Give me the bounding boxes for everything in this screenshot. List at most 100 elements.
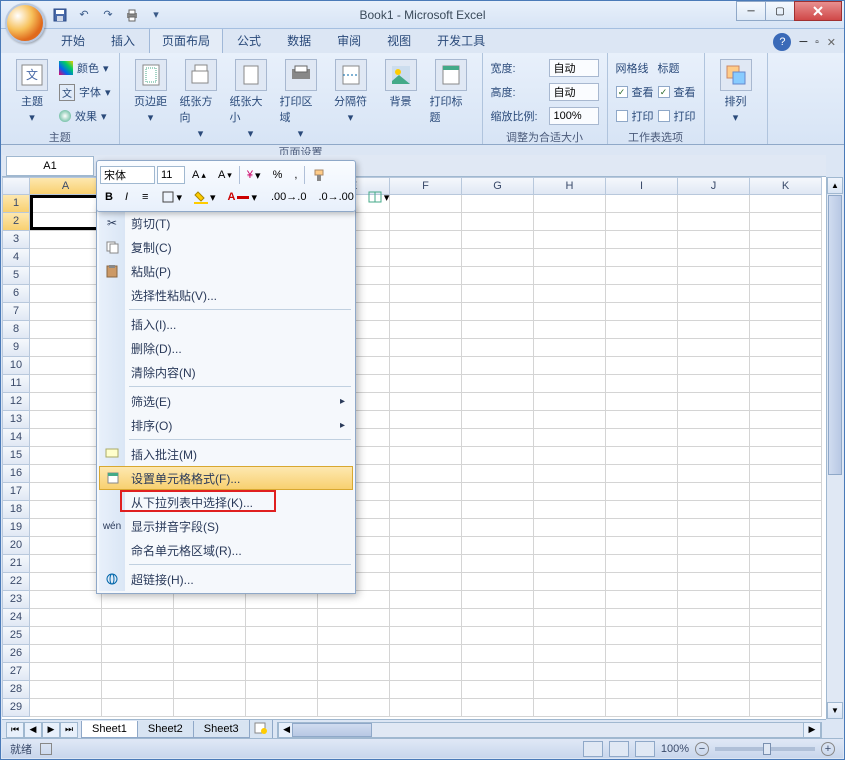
cell[interactable]	[678, 555, 750, 573]
cell[interactable]	[534, 429, 606, 447]
width-input[interactable]	[549, 59, 599, 77]
cell[interactable]	[750, 627, 822, 645]
cell[interactable]	[534, 645, 606, 663]
row-header[interactable]: 9	[2, 339, 30, 357]
mini-dec-dec[interactable]: .0→.00	[313, 187, 358, 207]
cell[interactable]	[606, 681, 678, 699]
mini-shrink-font[interactable]: A▾	[213, 165, 237, 185]
cell[interactable]	[174, 609, 246, 627]
cell[interactable]	[750, 645, 822, 663]
cell[interactable]	[678, 231, 750, 249]
row-header[interactable]: 28	[2, 681, 30, 699]
cell[interactable]	[606, 627, 678, 645]
cell[interactable]	[390, 681, 462, 699]
cell[interactable]	[606, 249, 678, 267]
ctx-format-cells[interactable]: 设置单元格格式(F)...	[99, 466, 353, 490]
row-header[interactable]: 22	[2, 573, 30, 591]
cell[interactable]	[750, 357, 822, 375]
col-header-K[interactable]: K	[750, 177, 822, 195]
cell[interactable]	[174, 681, 246, 699]
cell[interactable]	[390, 537, 462, 555]
print-titles-button[interactable]: 打印标题	[428, 57, 474, 142]
ctx-delete[interactable]: 删除(D)...	[99, 336, 353, 360]
cell[interactable]	[462, 591, 534, 609]
cell[interactable]	[534, 393, 606, 411]
cell[interactable]	[246, 681, 318, 699]
cell[interactable]	[678, 645, 750, 663]
cell[interactable]	[750, 573, 822, 591]
cell[interactable]	[318, 609, 390, 627]
help-button[interactable]: ?	[773, 33, 791, 51]
cell[interactable]	[678, 411, 750, 429]
tab-view[interactable]: 视图	[375, 28, 423, 53]
cell[interactable]	[30, 303, 102, 321]
macro-record-icon[interactable]	[40, 743, 52, 755]
row-header[interactable]: 29	[2, 699, 30, 717]
cell[interactable]	[462, 501, 534, 519]
mini-size[interactable]	[157, 166, 185, 184]
ctx-paste-special[interactable]: 选择性粘贴(V)...	[99, 283, 353, 307]
row-header[interactable]: 20	[2, 537, 30, 555]
row-header[interactable]: 24	[2, 609, 30, 627]
cell[interactable]	[534, 231, 606, 249]
print-area-button[interactable]: 打印区域▾	[278, 57, 324, 142]
row-header[interactable]: 21	[2, 555, 30, 573]
cell[interactable]	[606, 375, 678, 393]
breaks-button[interactable]: 分隔符▾	[328, 57, 374, 142]
cell[interactable]	[246, 645, 318, 663]
row-header[interactable]: 7	[2, 303, 30, 321]
cell[interactable]	[462, 303, 534, 321]
cell[interactable]	[606, 483, 678, 501]
cell[interactable]	[462, 663, 534, 681]
zoom-thumb[interactable]	[763, 743, 771, 755]
doc-close[interactable]: ✕	[827, 36, 836, 49]
cell[interactable]	[390, 195, 462, 213]
zoom-level[interactable]: 100%	[661, 743, 689, 755]
cell[interactable]	[678, 699, 750, 717]
headings-view[interactable]: ✓查看	[658, 81, 696, 103]
cell[interactable]	[30, 663, 102, 681]
cell[interactable]	[678, 465, 750, 483]
ctx-paste[interactable]: 粘贴(P)	[99, 259, 353, 283]
row-header[interactable]: 16	[2, 465, 30, 483]
cell[interactable]	[750, 519, 822, 537]
col-header-F[interactable]: F	[390, 177, 462, 195]
minimize-button[interactable]: ─	[736, 1, 766, 21]
cell[interactable]	[750, 375, 822, 393]
zoom-slider[interactable]	[715, 747, 815, 751]
cell[interactable]	[462, 573, 534, 591]
cell[interactable]	[678, 573, 750, 591]
mini-font-color[interactable]: A▾	[223, 187, 262, 207]
cell[interactable]	[390, 429, 462, 447]
cell[interactable]	[534, 249, 606, 267]
cell[interactable]	[678, 267, 750, 285]
sheet-tab-3[interactable]: Sheet3	[193, 721, 250, 738]
cell[interactable]	[30, 375, 102, 393]
cell[interactable]	[606, 645, 678, 663]
qat-undo[interactable]: ↶	[73, 4, 95, 26]
tab-review[interactable]: 审阅	[325, 28, 373, 53]
cell[interactable]	[102, 627, 174, 645]
gridlines-print[interactable]: 打印	[616, 105, 654, 127]
ctx-filter[interactable]: 筛选(E)▸	[99, 389, 353, 413]
cell[interactable]	[390, 339, 462, 357]
cell[interactable]	[462, 393, 534, 411]
cell[interactable]	[318, 681, 390, 699]
mini-bold[interactable]: B	[100, 187, 118, 207]
cell[interactable]	[534, 195, 606, 213]
view-page-layout[interactable]	[609, 741, 629, 757]
themes-button[interactable]: 文 主题 ▾	[9, 57, 55, 127]
sheet-tab-new[interactable]	[249, 720, 273, 740]
cell[interactable]	[606, 573, 678, 591]
cell[interactable]	[390, 627, 462, 645]
cell[interactable]	[750, 555, 822, 573]
row-header[interactable]: 5	[2, 267, 30, 285]
cell[interactable]	[534, 519, 606, 537]
zoom-in[interactable]: +	[821, 742, 835, 756]
cell[interactable]	[246, 627, 318, 645]
cell[interactable]	[750, 213, 822, 231]
cell[interactable]	[462, 267, 534, 285]
cell[interactable]	[30, 267, 102, 285]
cell[interactable]	[390, 249, 462, 267]
cell[interactable]	[534, 537, 606, 555]
